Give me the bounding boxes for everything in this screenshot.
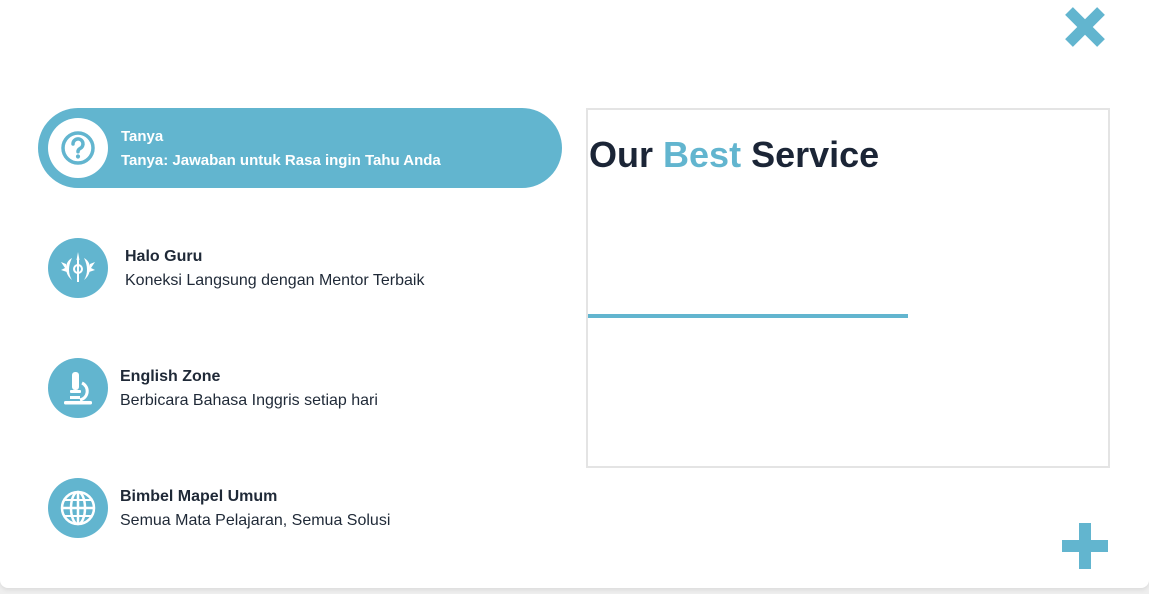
service-heading-part2: Service — [751, 134, 880, 175]
menu-item-english-zone[interactable]: English Zone Berbicara Bahasa Inggris se… — [38, 348, 562, 428]
menu-item-title: Bimbel Mapel Umum — [120, 488, 278, 505]
globe-icon — [60, 490, 96, 526]
microscope-icon — [64, 372, 92, 405]
menu-item-halo-guru[interactable]: Halo Guru Koneksi Langsung dengan Mentor… — [38, 228, 562, 308]
menu-item-title: English Zone — [120, 368, 221, 385]
question-icon — [61, 131, 95, 165]
menu-item-bimbel-mapel-umum[interactable]: Bimbel Mapel Umum Semua Mata Pelajaran, … — [38, 468, 562, 548]
service-heading: Our Best Service — [589, 134, 879, 176]
plus-icon — [1062, 523, 1108, 569]
globe-icon-badge — [48, 478, 108, 538]
close-icon — [1065, 7, 1105, 47]
close-button[interactable] — [1062, 4, 1108, 50]
jedi-emblem-icon-badge — [48, 238, 108, 298]
menu-item-title: Halo Guru — [125, 248, 203, 265]
menu-item-description: Berbicara Bahasa Inggris setiap hari — [120, 392, 378, 409]
question-icon-badge — [48, 118, 108, 178]
menu-item-description: Tanya: Jawaban untuk Rasa ingin Tahu And… — [121, 152, 441, 169]
jedi-emblem-icon — [61, 252, 95, 282]
add-button[interactable] — [1060, 521, 1110, 571]
service-heading-part1: Our — [589, 134, 654, 175]
service-preview-card: Our Best Service — [586, 108, 1110, 468]
menu-item-title: Tanya — [121, 128, 164, 145]
service-heading-accent: Best — [663, 134, 742, 175]
menu-item-description: Semua Mata Pelajaran, Semua Solusi — [120, 512, 391, 529]
microscope-icon-badge — [48, 358, 108, 418]
accent-divider — [588, 314, 908, 318]
service-modal: Tanya Tanya: Jawaban untuk Rasa ingin Ta… — [0, 0, 1149, 588]
menu-item-tanya[interactable]: Tanya Tanya: Jawaban untuk Rasa ingin Ta… — [38, 108, 562, 188]
menu-item-description: Koneksi Langsung dengan Mentor Terbaik — [125, 272, 425, 289]
